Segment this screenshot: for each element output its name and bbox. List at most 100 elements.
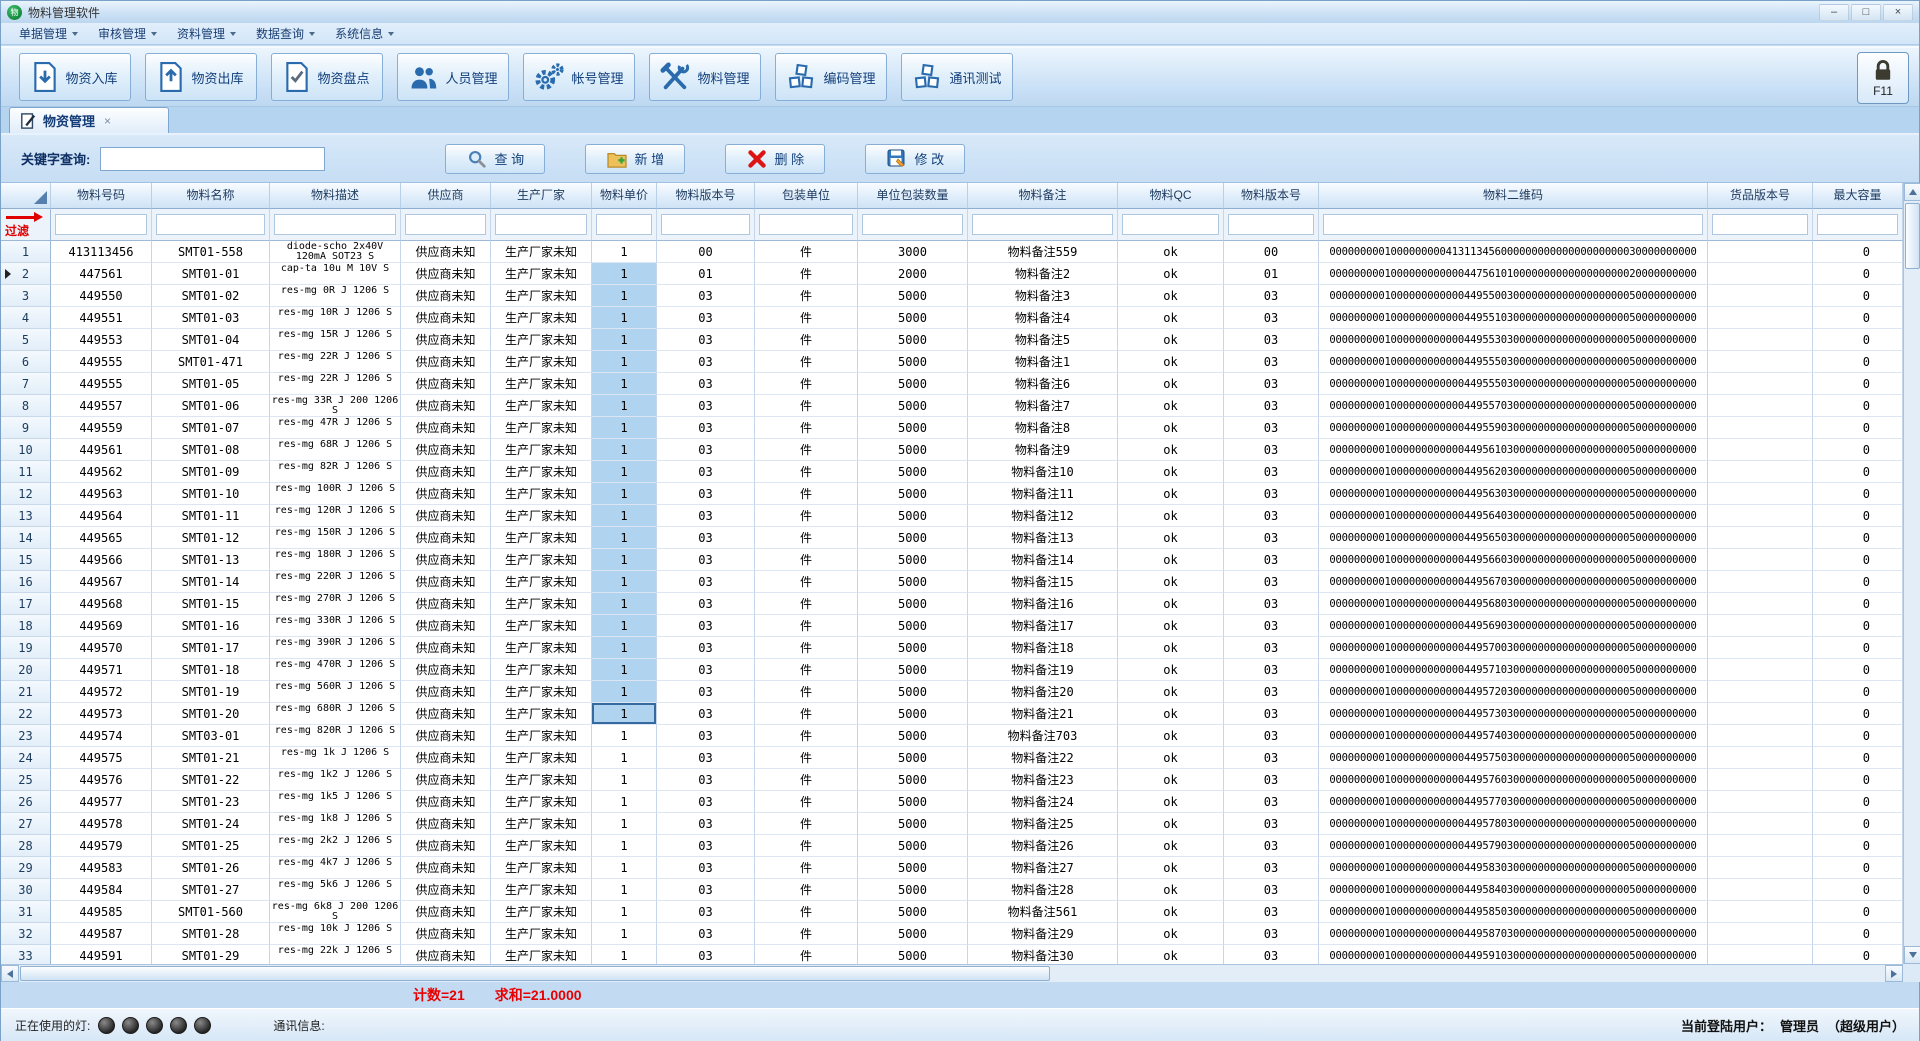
cell-item-desc[interactable]: res-mg 560R J 1206 S (270, 681, 401, 703)
cell-item-name[interactable]: SMT01-19 (152, 681, 270, 703)
column-header-goods-version[interactable]: 货品版本号 (1708, 183, 1813, 209)
cell-item-no[interactable]: 449551 (51, 307, 152, 329)
cell-version[interactable]: 03 (657, 615, 755, 637)
cell-pack-unit[interactable]: 件 (755, 329, 858, 351)
cell-item-desc[interactable]: res-mg 120R J 1206 S (270, 505, 401, 527)
cell-item-desc[interactable]: res-mg 22k J 1206 S (270, 945, 401, 964)
cell-supplier[interactable]: 供应商未知 (401, 681, 491, 703)
cell-item-desc[interactable]: res-mg 6k8 J 200 1206 S (270, 901, 401, 923)
cell-version[interactable]: 03 (657, 439, 755, 461)
cell-unit-price[interactable]: 1 (592, 791, 657, 813)
cell-supplier[interactable]: 供应商未知 (401, 659, 491, 681)
cell-pack-unit[interactable]: 件 (755, 351, 858, 373)
cell-pack-qty[interactable]: 5000 (858, 505, 968, 527)
row-number[interactable]: 8 (1, 395, 51, 417)
horizontal-scroll-thumb[interactable] (20, 966, 1050, 981)
cell-version[interactable]: 03 (657, 769, 755, 791)
cell-pack-qty[interactable]: 5000 (858, 571, 968, 593)
cell-qc[interactable]: ok (1118, 351, 1224, 373)
cell-qc[interactable]: ok (1118, 593, 1224, 615)
cell-item-name[interactable]: SMT01-12 (152, 527, 270, 549)
cell-item-name[interactable]: SMT01-28 (152, 923, 270, 945)
cell-pack-unit[interactable]: 件 (755, 703, 858, 725)
cell-max-capacity[interactable]: 0 (1813, 549, 1903, 571)
cell-version2[interactable]: 03 (1224, 615, 1319, 637)
cell-qrcode[interactable]: 0000000001000000000000449561030000000000… (1319, 439, 1708, 461)
cell-supplier[interactable]: 供应商未知 (401, 901, 491, 923)
cell-pack-unit[interactable]: 件 (755, 659, 858, 681)
cell-manufacturer[interactable]: 生产厂家未知 (491, 263, 592, 285)
cell-qc[interactable]: ok (1118, 461, 1224, 483)
cell-pack-unit[interactable]: 件 (755, 725, 858, 747)
filter-input-qc[interactable] (1122, 214, 1219, 235)
cell-max-capacity[interactable]: 0 (1813, 769, 1903, 791)
cell-version[interactable]: 03 (657, 747, 755, 769)
column-header-qrcode[interactable]: 物料二维码 (1319, 183, 1708, 209)
cell-qc[interactable]: ok (1118, 263, 1224, 285)
cell-version2[interactable]: 03 (1224, 901, 1319, 923)
row-number[interactable]: 28 (1, 835, 51, 857)
cell-max-capacity[interactable]: 0 (1813, 571, 1903, 593)
cell-qrcode[interactable]: 0000000001000000000000449591030000000000… (1319, 945, 1708, 964)
cell-goods-version[interactable] (1708, 615, 1813, 637)
cell-unit-price[interactable]: 1 (592, 923, 657, 945)
cell-version[interactable]: 03 (657, 923, 755, 945)
cell-version[interactable]: 03 (657, 549, 755, 571)
column-header-unit-price[interactable]: 物料单价 (592, 183, 657, 209)
cell-item-no[interactable]: 449555 (51, 351, 152, 373)
cell-goods-version[interactable] (1708, 549, 1813, 571)
cell-item-name[interactable]: SMT01-13 (152, 549, 270, 571)
cell-goods-version[interactable] (1708, 505, 1813, 527)
cell-max-capacity[interactable]: 0 (1813, 813, 1903, 835)
cell-max-capacity[interactable]: 0 (1813, 725, 1903, 747)
cell-max-capacity[interactable]: 0 (1813, 351, 1903, 373)
row-number[interactable]: 26 (1, 791, 51, 813)
cell-item-no[interactable]: 449566 (51, 549, 152, 571)
cell-max-capacity[interactable]: 0 (1813, 747, 1903, 769)
cell-item-name[interactable]: SMT01-07 (152, 417, 270, 439)
menu-item-data-query[interactable]: 数据查询 (246, 23, 325, 44)
cell-max-capacity[interactable]: 0 (1813, 923, 1903, 945)
tab-material-mgmt[interactable]: 物资管理 × (9, 107, 169, 133)
cell-item-name[interactable]: SMT01-23 (152, 791, 270, 813)
cell-pack-unit[interactable]: 件 (755, 923, 858, 945)
maximize-button[interactable]: □ (1851, 4, 1881, 21)
cell-version2[interactable]: 01 (1224, 263, 1319, 285)
cell-item-name[interactable]: SMT01-24 (152, 813, 270, 835)
cell-qrcode[interactable]: 0000000001000000000000449583030000000000… (1319, 857, 1708, 879)
horizontal-scrollbar[interactable] (1, 964, 1903, 982)
cell-qc[interactable]: ok (1118, 571, 1224, 593)
cell-item-no[interactable]: 449591 (51, 945, 152, 964)
filter-input-manufacturer[interactable] (495, 214, 587, 235)
cell-item-no[interactable]: 449563 (51, 483, 152, 505)
cell-version2[interactable]: 03 (1224, 439, 1319, 461)
cell-qc[interactable]: ok (1118, 373, 1224, 395)
row-number[interactable]: 24 (1, 747, 51, 769)
cell-pack-unit[interactable]: 件 (755, 439, 858, 461)
row-number[interactable]: 33 (1, 945, 51, 964)
filter-input-unit-price[interactable] (596, 214, 652, 235)
cell-manufacturer[interactable]: 生产厂家未知 (491, 395, 592, 417)
cell-goods-version[interactable] (1708, 263, 1813, 285)
column-header-pack-unit[interactable]: 包装单位 (755, 183, 858, 209)
row-number[interactable]: 18 (1, 615, 51, 637)
cell-pack-unit[interactable]: 件 (755, 747, 858, 769)
cell-item-no[interactable]: 449573 (51, 703, 152, 725)
cell-max-capacity[interactable]: 0 (1813, 901, 1903, 923)
cell-item-name[interactable]: SMT01-471 (152, 351, 270, 373)
cell-qrcode[interactable]: 0000000001000000000000449565030000000000… (1319, 527, 1708, 549)
cell-item-name[interactable]: SMT01-04 (152, 329, 270, 351)
cell-manufacturer[interactable]: 生产厂家未知 (491, 417, 592, 439)
cell-goods-version[interactable] (1708, 483, 1813, 505)
cell-unit-price[interactable]: 1 (592, 461, 657, 483)
cell-item-desc[interactable]: res-mg 270R J 1206 S (270, 593, 401, 615)
cell-max-capacity[interactable]: 0 (1813, 703, 1903, 725)
minimize-button[interactable]: – (1819, 4, 1849, 21)
cell-supplier[interactable]: 供应商未知 (401, 527, 491, 549)
cell-manufacturer[interactable]: 生产厂家未知 (491, 351, 592, 373)
cell-item-desc[interactable]: res-mg 820R J 1206 S (270, 725, 401, 747)
cell-pack-qty[interactable]: 5000 (858, 637, 968, 659)
cell-pack-qty[interactable]: 5000 (858, 549, 968, 571)
row-number[interactable]: 11 (1, 461, 51, 483)
cell-max-capacity[interactable]: 0 (1813, 681, 1903, 703)
